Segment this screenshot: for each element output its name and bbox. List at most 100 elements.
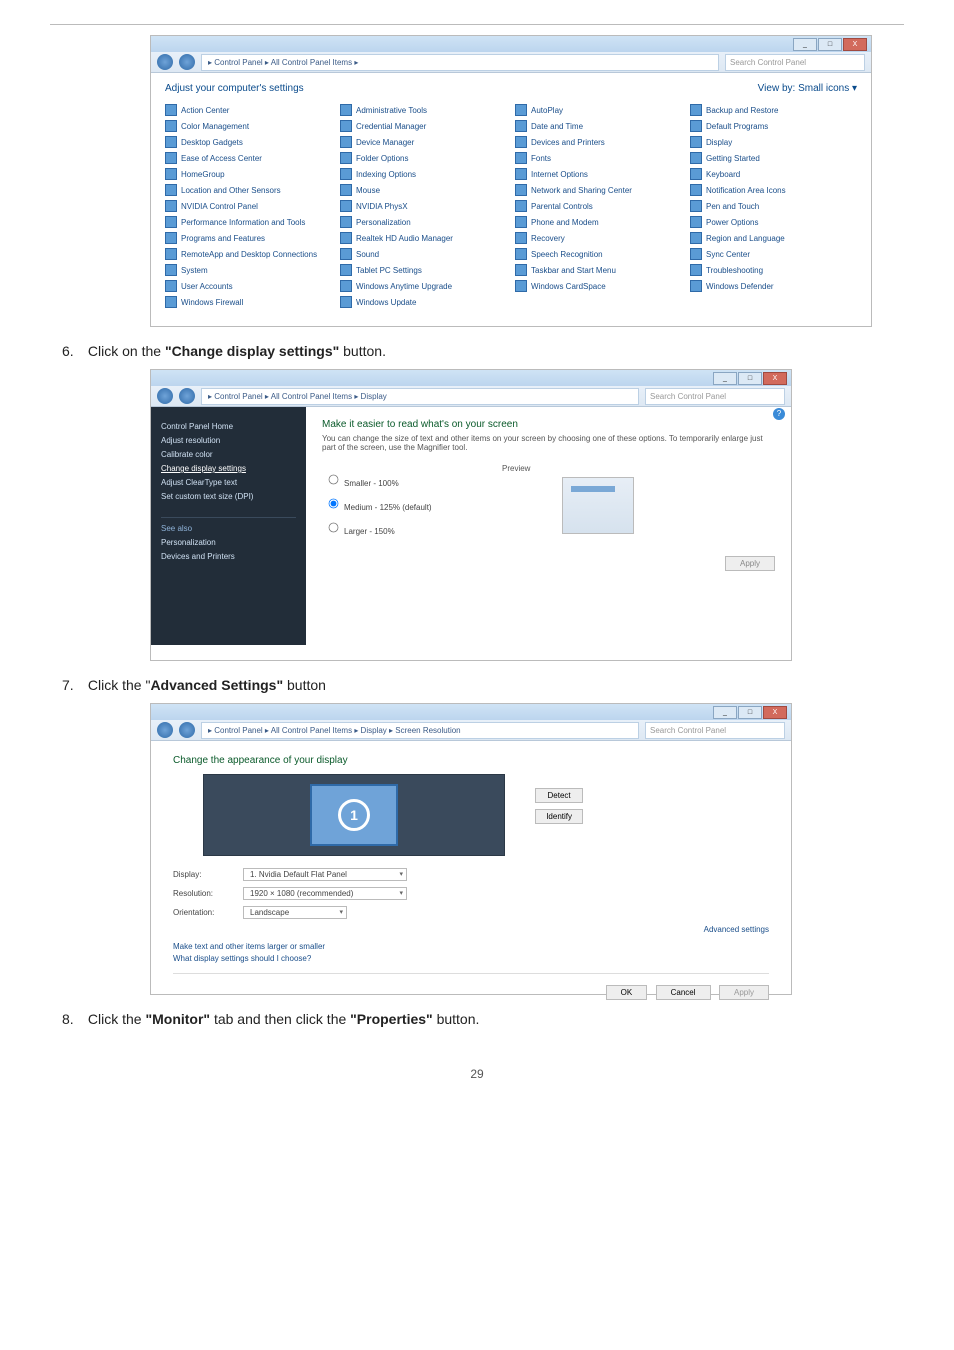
cp-item[interactable]: Realtek HD Audio Manager	[340, 232, 507, 244]
search-input[interactable]: Search Control Panel	[645, 722, 785, 739]
cp-item[interactable]: Mouse	[340, 184, 507, 196]
cp-item[interactable]: Internet Options	[515, 168, 682, 180]
cp-item[interactable]: Pen and Touch	[690, 200, 857, 212]
cp-item[interactable]: AutoPlay	[515, 104, 682, 116]
cp-item[interactable]: Device Manager	[340, 136, 507, 148]
cp-item[interactable]: Sound	[340, 248, 507, 260]
search-input[interactable]: Search Control Panel	[725, 54, 865, 71]
advanced-settings-link[interactable]: Advanced settings	[704, 925, 769, 934]
text-size-link[interactable]: Make text and other items larger or smal…	[173, 942, 769, 951]
nav-fwd-icon[interactable]	[179, 54, 195, 70]
cp-item[interactable]: Power Options	[690, 216, 857, 228]
cp-item[interactable]: HomeGroup	[165, 168, 332, 180]
size-option[interactable]: Larger - 150%	[322, 518, 502, 536]
cp-item-label: Action Center	[181, 106, 229, 115]
cp-item[interactable]: Windows Defender	[690, 280, 857, 292]
breadcrumb[interactable]: ▸ Control Panel ▸ All Control Panel Item…	[201, 54, 719, 71]
sidebar-home[interactable]: Control Panel Home	[161, 422, 296, 431]
minimize-button[interactable]: _	[713, 372, 737, 385]
cp-item[interactable]: Date and Time	[515, 120, 682, 132]
breadcrumb[interactable]: ▸ Control Panel ▸ All Control Panel Item…	[201, 722, 639, 739]
maximize-button[interactable]: □	[818, 38, 842, 51]
cp-item[interactable]: Speech Recognition	[515, 248, 682, 260]
breadcrumb[interactable]: ▸ Control Panel ▸ All Control Panel Item…	[201, 388, 639, 405]
cp-item[interactable]: Credential Manager	[340, 120, 507, 132]
maximize-button[interactable]: □	[738, 706, 762, 719]
cp-item[interactable]: Personalization	[340, 216, 507, 228]
cp-item[interactable]: NVIDIA Control Panel	[165, 200, 332, 212]
view-by[interactable]: View by: Small icons ▾	[758, 83, 857, 94]
sidebar-link[interactable]: Set custom text size (DPI)	[161, 492, 296, 501]
cp-item[interactable]: Tablet PC Settings	[340, 264, 507, 276]
cp-item[interactable]: Windows Firewall	[165, 296, 332, 308]
cp-item[interactable]: Recovery	[515, 232, 682, 244]
nav-fwd-icon[interactable]	[179, 388, 195, 404]
minimize-button[interactable]: _	[713, 706, 737, 719]
cp-item[interactable]: Performance Information and Tools	[165, 216, 332, 228]
cp-item[interactable]: Troubleshooting	[690, 264, 857, 276]
minimize-button[interactable]: _	[793, 38, 817, 51]
cp-item[interactable]: Taskbar and Start Menu	[515, 264, 682, 276]
cp-item[interactable]: Keyboard	[690, 168, 857, 180]
cp-item[interactable]: Windows Update	[340, 296, 507, 308]
help-link[interactable]: What display settings should I choose?	[173, 954, 769, 963]
monitor-icon[interactable]: 1	[310, 784, 398, 846]
resolution-select[interactable]: 1920 × 1080 (recommended)	[243, 887, 407, 900]
nav-back-icon[interactable]	[157, 722, 173, 738]
see-devices[interactable]: Devices and Printers	[161, 552, 296, 561]
cp-item[interactable]: Action Center	[165, 104, 332, 116]
apply-button[interactable]: Apply	[725, 556, 775, 571]
sidebar-link[interactable]: Change display settings	[161, 464, 296, 473]
cp-item[interactable]: Windows Anytime Upgrade	[340, 280, 507, 292]
cp-item[interactable]: Phone and Modem	[515, 216, 682, 228]
cp-item[interactable]: Display	[690, 136, 857, 148]
nav-fwd-icon[interactable]	[179, 722, 195, 738]
cp-item-label: Administrative Tools	[356, 106, 427, 115]
size-option[interactable]: Smaller - 100%	[322, 470, 502, 488]
detect-button[interactable]: Detect	[535, 788, 583, 803]
cp-item-icon	[340, 184, 352, 196]
display-select[interactable]: 1. Nvidia Default Flat Panel	[243, 868, 407, 881]
cp-item[interactable]: Folder Options	[340, 152, 507, 164]
sidebar-link[interactable]: Adjust ClearType text	[161, 478, 296, 487]
sidebar-link[interactable]: Calibrate color	[161, 450, 296, 459]
cp-item[interactable]: Desktop Gadgets	[165, 136, 332, 148]
cp-item[interactable]: Parental Controls	[515, 200, 682, 212]
identify-button[interactable]: Identify	[535, 809, 583, 824]
close-button[interactable]: X	[763, 706, 787, 719]
nav-back-icon[interactable]	[157, 388, 173, 404]
apply-button[interactable]: Apply	[719, 985, 769, 1000]
close-button[interactable]: X	[763, 372, 787, 385]
cp-item[interactable]: RemoteApp and Desktop Connections	[165, 248, 332, 260]
cp-item[interactable]: Devices and Printers	[515, 136, 682, 148]
cp-item[interactable]: Location and Other Sensors	[165, 184, 332, 196]
cp-item[interactable]: Sync Center	[690, 248, 857, 260]
cp-item[interactable]: Indexing Options	[340, 168, 507, 180]
cp-item[interactable]: NVIDIA PhysX	[340, 200, 507, 212]
cp-item[interactable]: Region and Language	[690, 232, 857, 244]
cp-item[interactable]: Getting Started	[690, 152, 857, 164]
cp-item[interactable]: Backup and Restore	[690, 104, 857, 116]
help-icon[interactable]: ?	[773, 408, 785, 420]
maximize-button[interactable]: □	[738, 372, 762, 385]
cp-item[interactable]: Notification Area Icons	[690, 184, 857, 196]
orientation-select[interactable]: Landscape	[243, 906, 347, 919]
cp-item[interactable]: User Accounts	[165, 280, 332, 292]
size-option[interactable]: Medium - 125% (default)	[322, 494, 502, 512]
cp-item[interactable]: Programs and Features	[165, 232, 332, 244]
cp-item[interactable]: Windows CardSpace	[515, 280, 682, 292]
cp-item[interactable]: Default Programs	[690, 120, 857, 132]
cp-item[interactable]: System	[165, 264, 332, 276]
cp-item[interactable]: Ease of Access Center	[165, 152, 332, 164]
cp-item[interactable]: Administrative Tools	[340, 104, 507, 116]
close-button[interactable]: X	[843, 38, 867, 51]
search-input[interactable]: Search Control Panel	[645, 388, 785, 405]
cp-item[interactable]: Network and Sharing Center	[515, 184, 682, 196]
see-personalization[interactable]: Personalization	[161, 538, 296, 547]
cancel-button[interactable]: Cancel	[656, 985, 711, 1000]
ok-button[interactable]: OK	[606, 985, 648, 1000]
cp-item[interactable]: Fonts	[515, 152, 682, 164]
cp-item[interactable]: Color Management	[165, 120, 332, 132]
nav-back-icon[interactable]	[157, 54, 173, 70]
sidebar-link[interactable]: Adjust resolution	[161, 436, 296, 445]
